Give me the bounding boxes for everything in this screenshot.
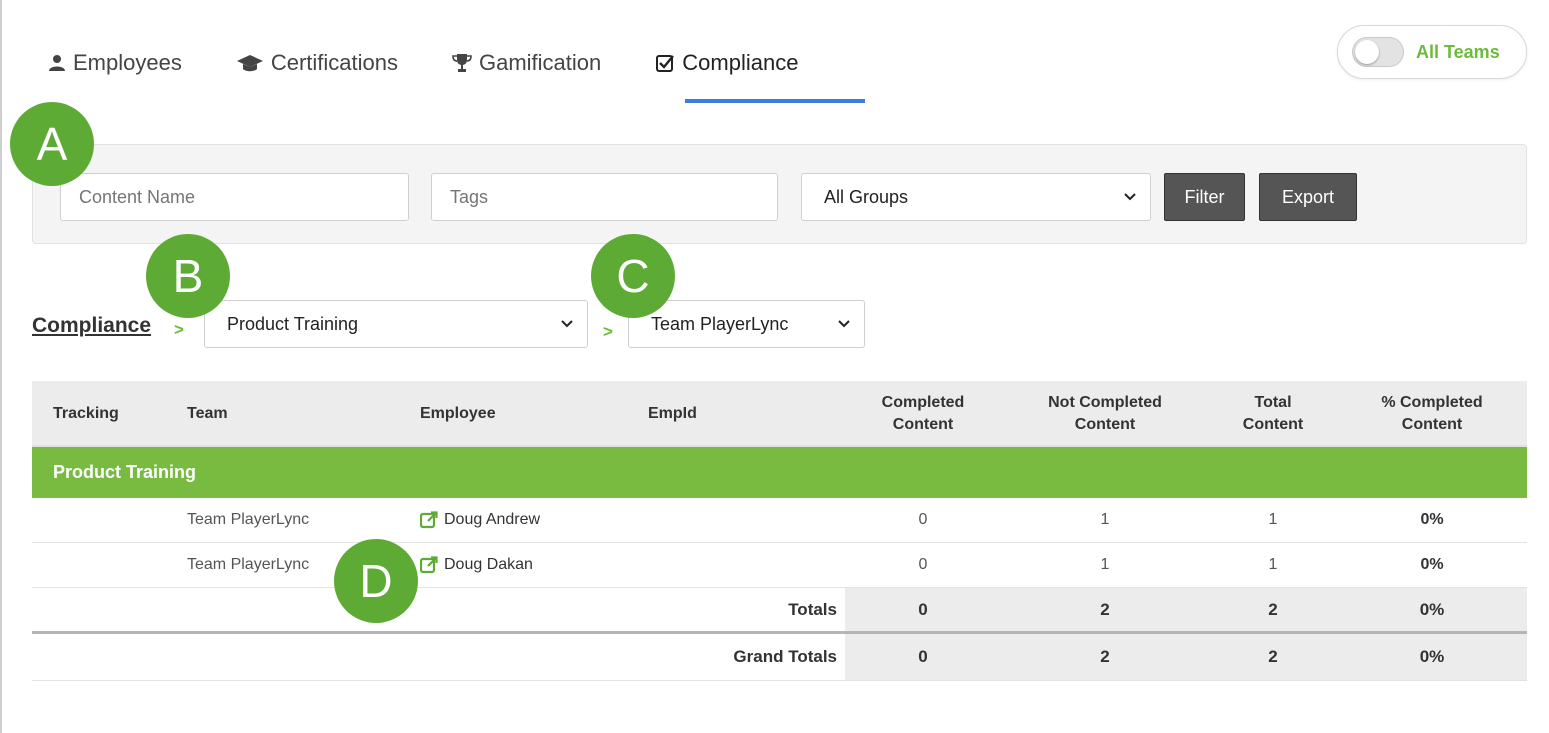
header-completed-content[interactable]: Completed Content — [845, 381, 1001, 447]
pct-cell: 0% — [1420, 556, 1444, 573]
grand-totals-total: 2 — [1268, 647, 1278, 666]
tab-certifications-label: Certifications — [270, 50, 398, 75]
breadcrumb-separator: > — [603, 322, 613, 341]
table-header: Tracking Team Employee EmpId Completed Co… — [32, 381, 1527, 447]
header-line: Total — [1254, 393, 1292, 411]
header-total-content[interactable]: Total Content — [1209, 381, 1337, 447]
window-left-border — [0, 0, 2, 733]
header-tracking[interactable]: Tracking — [53, 381, 119, 447]
group-row-product-training: Product Training — [32, 447, 1527, 498]
employee-link[interactable]: Doug Dakan — [420, 543, 533, 587]
external-link-icon — [420, 556, 438, 574]
header-empid[interactable]: EmpId — [648, 381, 697, 447]
checkbox-icon — [656, 55, 675, 72]
export-button[interactable]: Export — [1259, 173, 1357, 221]
chevron-down-icon — [561, 320, 573, 328]
trophy-icon — [452, 54, 472, 72]
user-icon — [49, 55, 65, 71]
group-select-value: All Groups — [824, 186, 909, 207]
totals-row: Totals 0 2 2 0% — [32, 588, 1527, 634]
all-teams-toggle[interactable]: All Teams — [1337, 25, 1527, 79]
not-completed-cell: 1 — [1100, 511, 1110, 528]
marker-a: A — [10, 102, 94, 186]
toggle-switch[interactable] — [1352, 37, 1404, 67]
tags-input[interactable] — [431, 173, 778, 221]
header-line: Content — [892, 416, 954, 433]
totals-pct: 0% — [1419, 599, 1445, 619]
totals-label: Totals — [788, 599, 837, 619]
table-row: Team PlayerLync Doug Dakan 0 1 1 0% — [32, 543, 1527, 588]
totals-completed: 0 — [918, 599, 928, 619]
header-line: Content — [1401, 416, 1463, 433]
employee-link[interactable]: Doug Andrew — [420, 498, 540, 542]
group-select[interactable]: All Groups — [801, 173, 1151, 221]
all-teams-label: All Teams — [1416, 41, 1500, 62]
header-not-completed-content[interactable]: Not Completed Content — [1001, 381, 1209, 447]
header-line: Not Completed — [1048, 393, 1162, 411]
compliance-table: Tracking Team Employee EmpId Completed Co… — [32, 381, 1527, 681]
tab-bar: Employees Certifications Gamification Co… — [40, 40, 844, 106]
filter-button[interactable]: Filter — [1164, 173, 1245, 221]
header-line: % Completed — [1381, 393, 1483, 411]
header-pct-completed-content[interactable]: % Completed Content — [1337, 381, 1527, 447]
grand-totals-pct: 0% — [1419, 647, 1445, 666]
total-cell: 1 — [1268, 556, 1278, 573]
grand-totals-label: Grand Totals — [733, 647, 837, 666]
employee-name: Doug Dakan — [444, 556, 533, 573]
not-completed-cell: 1 — [1100, 556, 1110, 573]
tab-certifications[interactable]: Certifications — [228, 40, 406, 86]
tab-gamification-label: Gamification — [479, 50, 602, 75]
grand-totals-not-completed: 2 — [1100, 647, 1110, 666]
pct-cell: 0% — [1420, 511, 1444, 528]
totals-not-completed: 2 — [1100, 599, 1110, 619]
breadcrumb-separator: > — [174, 320, 184, 339]
team-select[interactable]: Team PlayerLync — [628, 300, 865, 348]
chevron-down-icon — [838, 320, 850, 328]
header-line: Content — [1074, 416, 1136, 433]
marker-d: D — [334, 539, 418, 623]
chevron-down-icon — [1124, 193, 1136, 201]
marker-c: C — [591, 234, 675, 318]
content-select[interactable]: Product Training — [204, 300, 588, 348]
tab-compliance-label: Compliance — [682, 50, 799, 75]
total-cell: 1 — [1268, 511, 1278, 528]
employee-name: Doug Andrew — [444, 511, 541, 528]
tab-gamification[interactable]: Gamification — [444, 40, 609, 86]
header-line: Completed — [881, 393, 965, 411]
completed-cell: 0 — [918, 556, 928, 573]
team-select-value: Team PlayerLync — [651, 313, 789, 334]
grand-totals-row: Grand Totals 0 2 2 0% — [32, 634, 1527, 681]
active-tab-indicator — [685, 99, 865, 103]
toggle-knob — [1355, 40, 1379, 64]
team-cell: Team PlayerLync — [187, 556, 310, 573]
external-link-icon — [420, 511, 438, 529]
marker-b: B — [146, 234, 230, 318]
totals-total: 2 — [1268, 599, 1278, 619]
content-name-input[interactable] — [60, 173, 409, 221]
graduation-cap-icon — [236, 55, 263, 72]
breadcrumb-compliance-link[interactable]: Compliance — [32, 314, 151, 338]
tab-compliance[interactable]: Compliance — [647, 40, 806, 86]
tab-employees-label: Employees — [73, 50, 182, 75]
content-select-value: Product Training — [227, 313, 359, 334]
completed-cell: 0 — [918, 511, 928, 528]
header-line: Content — [1242, 416, 1304, 433]
grand-totals-completed: 0 — [918, 647, 928, 666]
table-row: Team PlayerLync Doug Andrew 0 1 1 0% — [32, 498, 1527, 543]
tab-employees[interactable]: Employees — [40, 40, 190, 86]
header-team[interactable]: Team — [187, 381, 228, 447]
header-employee[interactable]: Employee — [420, 381, 496, 447]
team-cell: Team PlayerLync — [187, 511, 310, 528]
